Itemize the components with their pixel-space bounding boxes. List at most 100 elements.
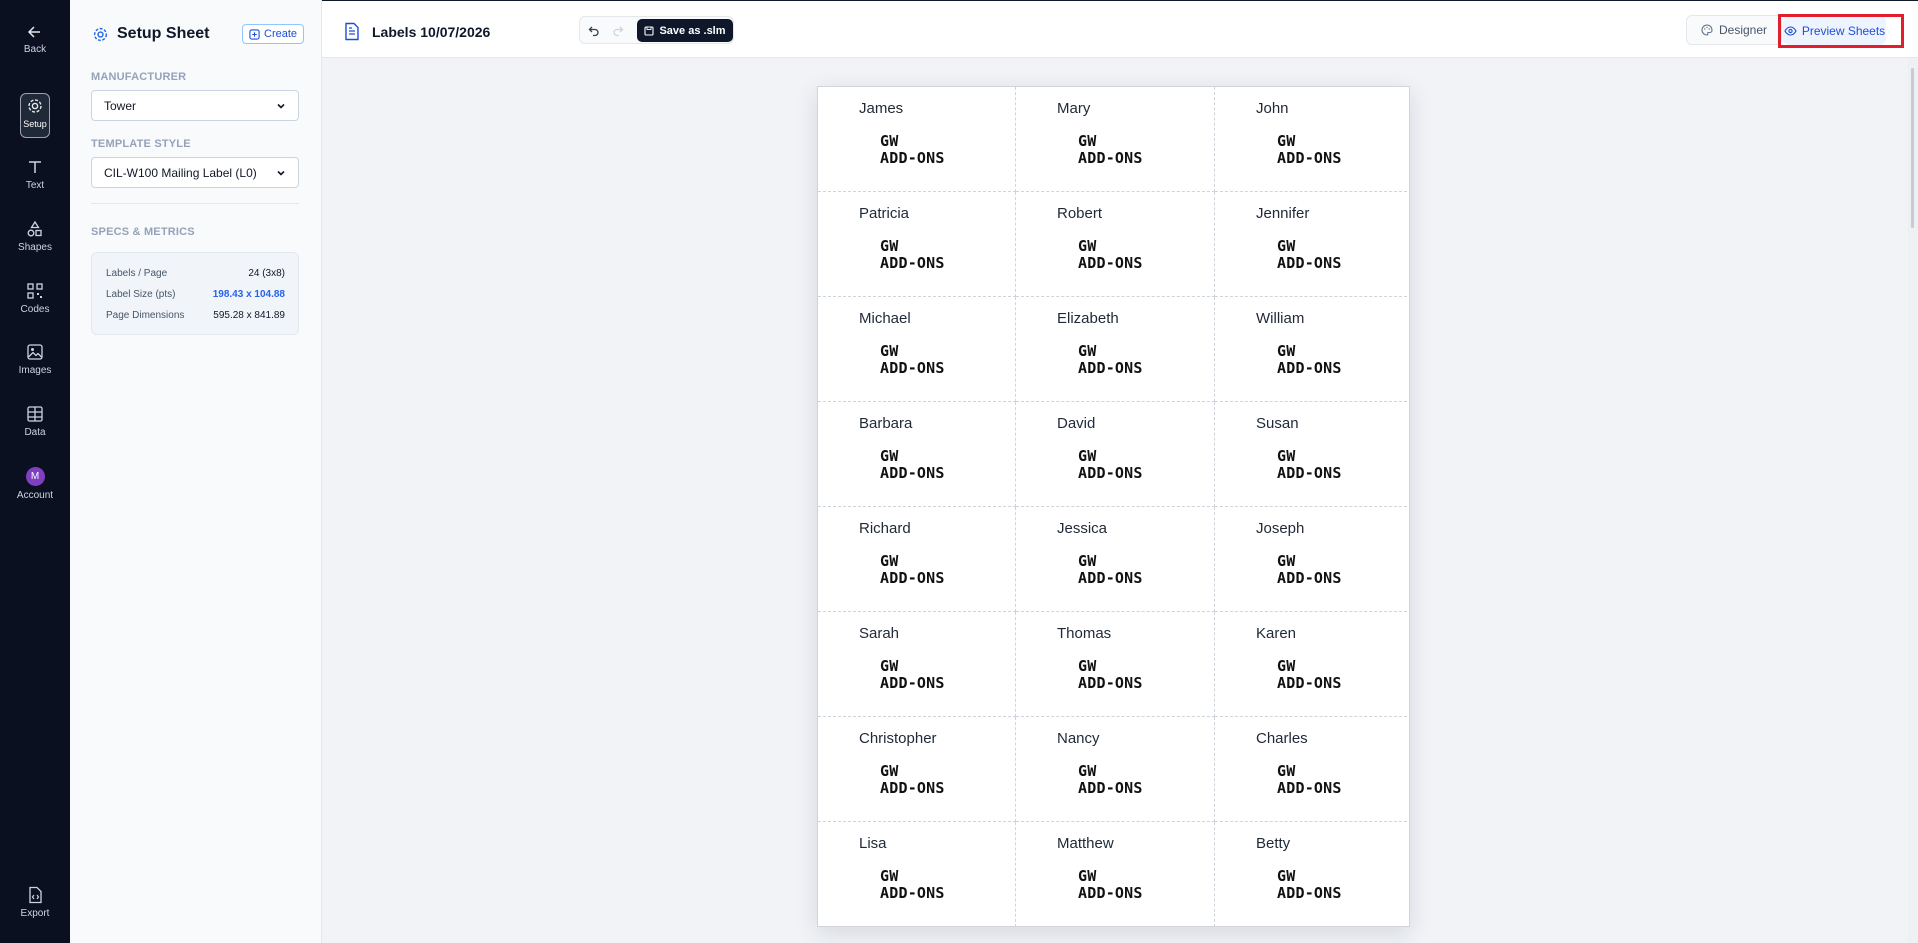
label-cell[interactable]: Charles GW ADD-ONS	[1215, 717, 1409, 822]
create-button[interactable]: Create	[242, 24, 305, 44]
label-logo: GW ADD-ONS	[1078, 868, 1143, 902]
logo-line-2: ADD-ONS	[1078, 569, 1143, 587]
label-cell[interactable]: John GW ADD-ONS	[1215, 87, 1409, 192]
top-toolbar: Labels 10/07/2026 Save as .slm Designer …	[322, 1, 1918, 58]
label-cell[interactable]: Jennifer GW ADD-ONS	[1215, 192, 1409, 297]
metric-value: 595.28 x 841.89	[213, 310, 285, 321]
shapes-tool-label: Shapes	[18, 242, 52, 253]
undo-button[interactable]	[585, 22, 603, 40]
label-cell[interactable]: Richard GW ADD-ONS	[818, 507, 1016, 612]
scrollbar-thumb[interactable]	[1911, 68, 1914, 228]
label-cell[interactable]: Jessica GW ADD-ONS	[1016, 507, 1215, 612]
label-name: Joseph	[1256, 520, 1305, 537]
preview-sheets-button[interactable]: Preview Sheets	[1783, 16, 1886, 45]
sidebar-title: Setup Sheet	[117, 25, 210, 42]
logo-line-1: GW	[1078, 447, 1097, 465]
data-tool-button[interactable]: Data	[0, 405, 70, 438]
label-name: Lisa	[859, 835, 887, 852]
label-name: Nancy	[1057, 730, 1100, 747]
gear-icon	[28, 99, 42, 113]
setup-button[interactable]: Setup	[0, 97, 70, 129]
shapes-tool-button[interactable]: Shapes	[0, 220, 70, 253]
redo-button[interactable]	[609, 22, 627, 40]
label-name: Patricia	[859, 205, 910, 222]
logo-line-1: GW	[1277, 342, 1296, 360]
label-cell[interactable]: William GW ADD-ONS	[1215, 297, 1409, 402]
label-logo: GW ADD-ONS	[1078, 238, 1143, 272]
logo-line-1: GW	[880, 657, 899, 675]
label-cell[interactable]: Betty GW ADD-ONS	[1215, 822, 1409, 926]
logo-line-1: GW	[880, 552, 899, 570]
account-button[interactable]: M Account	[0, 467, 70, 501]
logo-line-1: GW	[1078, 552, 1097, 570]
label-cell[interactable]: Michael GW ADD-ONS	[818, 297, 1016, 402]
back-button[interactable]: Back	[0, 24, 70, 55]
logo-line-1: GW	[1078, 132, 1097, 150]
codes-tool-button[interactable]: Codes	[0, 282, 70, 315]
label-name: Sarah	[859, 625, 900, 642]
metric-key: Page Dimensions	[106, 310, 185, 321]
palette-icon	[1701, 24, 1713, 36]
label-logo: GW ADD-ONS	[1078, 133, 1143, 167]
eye-icon	[1784, 25, 1797, 36]
label-name: Thomas	[1057, 625, 1112, 642]
label-cell[interactable]: Thomas GW ADD-ONS	[1016, 612, 1215, 717]
label-cell[interactable]: Robert GW ADD-ONS	[1016, 192, 1215, 297]
label-cell[interactable]: Lisa GW ADD-ONS	[818, 822, 1016, 926]
label-name: Mary	[1057, 100, 1091, 117]
manufacturer-select[interactable]: Tower	[91, 90, 299, 121]
template-style-select[interactable]: CIL-W100 Mailing Label (L0)	[91, 157, 299, 188]
label-cell[interactable]: Susan GW ADD-ONS	[1215, 402, 1409, 507]
designer-button[interactable]: Designer	[1686, 15, 1782, 45]
label-name: Karen	[1256, 625, 1297, 642]
logo-line-1: GW	[1277, 552, 1296, 570]
label-logo: GW ADD-ONS	[880, 868, 945, 902]
export-label: Export	[20, 908, 50, 919]
logo-line-1: GW	[880, 762, 899, 780]
undo-icon	[588, 26, 599, 37]
label-cell[interactable]: Mary GW ADD-ONS	[1016, 87, 1215, 192]
label-cell[interactable]: Matthew GW ADD-ONS	[1016, 822, 1215, 926]
logo-line-2: ADD-ONS	[1277, 359, 1342, 377]
logo-line-1: GW	[1078, 867, 1097, 885]
document-title-area: Labels 10/07/2026	[344, 22, 490, 41]
label-cell[interactable]: Elizabeth GW ADD-ONS	[1016, 297, 1215, 402]
label-cell[interactable]: Karen GW ADD-ONS	[1215, 612, 1409, 717]
label-logo: GW ADD-ONS	[1078, 553, 1143, 587]
logo-line-2: ADD-ONS	[880, 359, 945, 377]
label-cell[interactable]: Joseph GW ADD-ONS	[1215, 507, 1409, 612]
template-style-value: CIL-W100 Mailing Label (L0)	[104, 165, 257, 180]
text-tool-button[interactable]: Text	[0, 158, 70, 191]
export-button[interactable]: Export	[0, 886, 70, 919]
label-name: William	[1256, 310, 1305, 327]
label-logo: GW ADD-ONS	[1078, 763, 1143, 797]
back-label: Back	[23, 44, 47, 55]
label-cell[interactable]: Patricia GW ADD-ONS	[818, 192, 1016, 297]
logo-line-2: ADD-ONS	[1277, 254, 1342, 272]
vertical-scrollbar[interactable]	[1908, 58, 1918, 943]
logo-line-1: GW	[1277, 762, 1296, 780]
save-icon	[644, 25, 655, 36]
label-cell[interactable]: Barbara GW ADD-ONS	[818, 402, 1016, 507]
save-as-slm-button[interactable]: Save as .slm	[637, 19, 733, 42]
tool-rail: Back Setup Text Shapes Codes Images Data…	[0, 0, 70, 943]
images-tool-button[interactable]: Images	[0, 343, 70, 376]
label-cell[interactable]: David GW ADD-ONS	[1016, 402, 1215, 507]
manufacturer-value: Tower	[104, 98, 137, 113]
label-cell[interactable]: Christopher GW ADD-ONS	[818, 717, 1016, 822]
label-name: John	[1256, 100, 1289, 117]
label-logo: GW ADD-ONS	[880, 133, 945, 167]
save-label: Save as .slm	[659, 24, 726, 37]
account-label: Account	[16, 490, 54, 501]
logo-line-1: GW	[1277, 447, 1296, 465]
label-name: Betty	[1256, 835, 1291, 852]
plus-square-icon	[249, 28, 260, 40]
label-cell[interactable]: Sarah GW ADD-ONS	[818, 612, 1016, 717]
label-name: James	[859, 100, 904, 117]
logo-line-1: GW	[1277, 657, 1296, 675]
label-cell[interactable]: James GW ADD-ONS	[818, 87, 1016, 192]
sidebar-header: Setup Sheet	[92, 25, 209, 43]
logo-line-2: ADD-ONS	[1277, 569, 1342, 587]
label-cell[interactable]: Nancy GW ADD-ONS	[1016, 717, 1215, 822]
qr-code-icon	[27, 283, 43, 299]
